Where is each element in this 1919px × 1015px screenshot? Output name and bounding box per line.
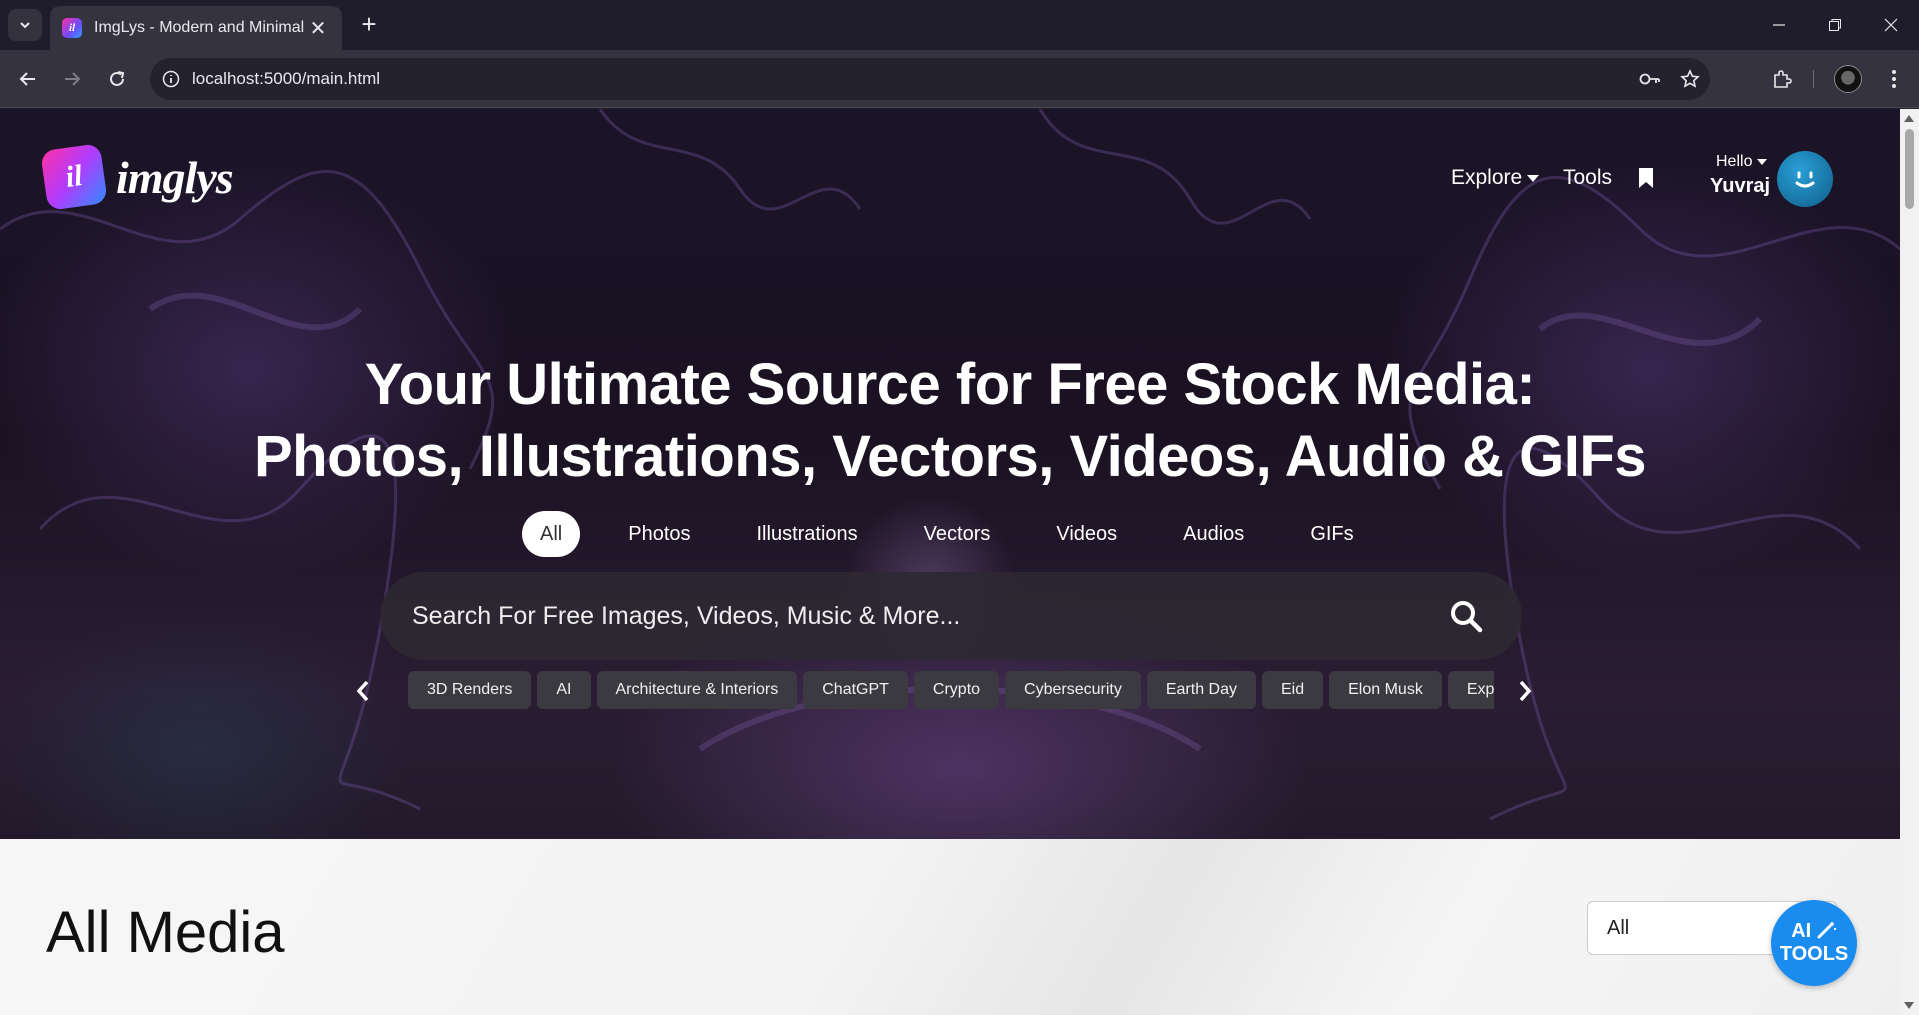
user-avatar[interactable] — [1777, 151, 1833, 207]
profile-avatar[interactable] — [1834, 65, 1862, 93]
chevron-left-icon — [356, 680, 369, 702]
user-name: Yuvraj — [1710, 175, 1771, 197]
browser-toolbar: localhost:5000/main.html — [0, 50, 1919, 108]
tag-chip[interactable]: Architecture & Interiors — [596, 671, 798, 709]
filter-videos[interactable]: Videos — [1036, 511, 1137, 557]
arrow-right-icon — [65, 72, 81, 86]
bookmark-star-icon[interactable] — [1670, 58, 1710, 100]
bookmark-icon — [1639, 168, 1653, 188]
tag-chip[interactable]: ChatGPT — [803, 671, 908, 709]
close-icon — [1884, 18, 1898, 32]
tag-chip[interactable]: Eid — [1262, 671, 1324, 709]
tab-search-button[interactable] — [8, 9, 42, 41]
arrow-left-icon — [19, 72, 35, 86]
tag-chip[interactable]: Experimental — [1447, 671, 1494, 709]
page-viewport: il imglys Explore Tools Hello Yuvraj You… — [0, 109, 1900, 1015]
section-title: All Media — [46, 900, 285, 965]
smiley-face-icon — [1795, 171, 1815, 188]
select-value: All — [1607, 916, 1630, 939]
hero-section: il imglys Explore Tools Hello Yuvraj You… — [0, 109, 1900, 839]
nav-explore-label: Explore — [1451, 166, 1523, 189]
site-logo[interactable]: il imglys — [40, 143, 234, 211]
chevron-down-icon — [20, 22, 30, 29]
new-tab-button[interactable]: + — [354, 10, 384, 40]
toolbar-divider — [1813, 70, 1814, 88]
minimize-icon — [1773, 24, 1785, 26]
reload-icon — [110, 71, 125, 86]
nav-tools[interactable]: Tools — [1563, 166, 1612, 190]
tag-chip[interactable]: AI — [537, 671, 591, 709]
filter-gifs[interactable]: GIFs — [1290, 511, 1373, 557]
nav-explore[interactable]: Explore — [1451, 166, 1540, 190]
tag-carousel: 3D Renders AI Architecture & Interiors C… — [348, 671, 1540, 711]
tag-chip[interactable]: Elon Musk — [1329, 671, 1442, 709]
extensions-button[interactable] — [1766, 63, 1798, 95]
tags-prev-button[interactable] — [348, 671, 378, 711]
media-type-filters: All Photos Illustrations Vectors Videos … — [522, 511, 1400, 557]
search-button[interactable] — [1446, 596, 1486, 636]
filter-all[interactable]: All — [522, 511, 581, 557]
logo-text: imglys — [116, 151, 234, 203]
page-scrollbar[interactable] — [1900, 109, 1919, 1015]
restore-button[interactable] — [1807, 0, 1863, 50]
logo-mark-icon: il — [40, 143, 108, 211]
tag-chip[interactable]: Cybersecurity — [1005, 671, 1141, 709]
search-icon — [1451, 601, 1483, 633]
search-input[interactable] — [412, 601, 1446, 631]
filter-photos[interactable]: Photos — [608, 511, 710, 557]
headline-line-1: Your Ultimate Source for Free Stock Medi… — [364, 352, 1536, 417]
tab-title: ImgLys - Modern and Minimal — [94, 19, 305, 36]
minimize-button[interactable] — [1751, 0, 1807, 50]
filter-audios[interactable]: Audios — [1163, 511, 1264, 557]
scroll-down-icon[interactable] — [1904, 1002, 1914, 1009]
search-bar — [380, 572, 1522, 660]
user-hello-label: Hello — [1716, 153, 1753, 170]
user-greeting[interactable]: Hello — [1716, 153, 1768, 171]
tags-next-button[interactable] — [1510, 671, 1540, 711]
browser-tab-strip: il ImgLys - Modern and Minimal ✕ + — [0, 0, 1919, 50]
forward-button[interactable] — [56, 63, 88, 95]
filter-vectors[interactable]: Vectors — [904, 511, 1011, 557]
ai-tools-label-line2: TOOLS — [1779, 943, 1849, 965]
restore-icon — [1829, 19, 1841, 31]
scroll-thumb[interactable] — [1905, 129, 1914, 209]
reload-button[interactable] — [101, 63, 133, 95]
favicon-icon: il — [62, 18, 82, 38]
magic-wand-icon — [1817, 922, 1836, 939]
all-media-section: All Media All AI TOOLS — [0, 839, 1900, 1015]
filter-illustrations[interactable]: Illustrations — [737, 511, 878, 557]
tag-chip[interactable]: Earth Day — [1146, 671, 1256, 709]
ai-tools-button[interactable]: AI TOOLS — [1771, 900, 1857, 986]
window-controls — [1751, 0, 1919, 50]
puzzle-icon — [1774, 70, 1792, 88]
address-bar[interactable]: localhost:5000/main.html — [150, 58, 1710, 100]
tab-close-icon[interactable]: ✕ — [306, 16, 330, 41]
chevron-right-icon — [1519, 680, 1532, 702]
ai-tools-label-line1: AI — [1791, 920, 1837, 943]
headline-line-2: Photos, Illustrations, Vectors, Videos, … — [253, 424, 1647, 489]
bookmarks-button[interactable] — [1637, 167, 1655, 195]
hero-headline: Your Ultimate Source for Free Stock Medi… — [0, 349, 1900, 493]
scroll-up-icon[interactable] — [1904, 115, 1914, 122]
close-window-button[interactable] — [1863, 0, 1919, 50]
browser-menu-button[interactable] — [1878, 63, 1910, 95]
site-info-icon[interactable] — [150, 58, 192, 100]
caret-down-icon — [1527, 174, 1540, 182]
kebab-menu-icon — [1892, 70, 1896, 88]
browser-tab-active[interactable]: il ImgLys - Modern and Minimal ✕ — [50, 6, 342, 50]
password-key-icon[interactable] — [1630, 58, 1670, 100]
tag-chip[interactable]: Crypto — [913, 671, 1000, 709]
tag-list: 3D Renders AI Architecture & Interiors C… — [408, 671, 1494, 711]
tag-chip[interactable]: 3D Renders — [408, 671, 532, 709]
caret-down-icon — [1757, 158, 1768, 165]
back-button[interactable] — [12, 63, 44, 95]
url-text: localhost:5000/main.html — [192, 69, 381, 88]
